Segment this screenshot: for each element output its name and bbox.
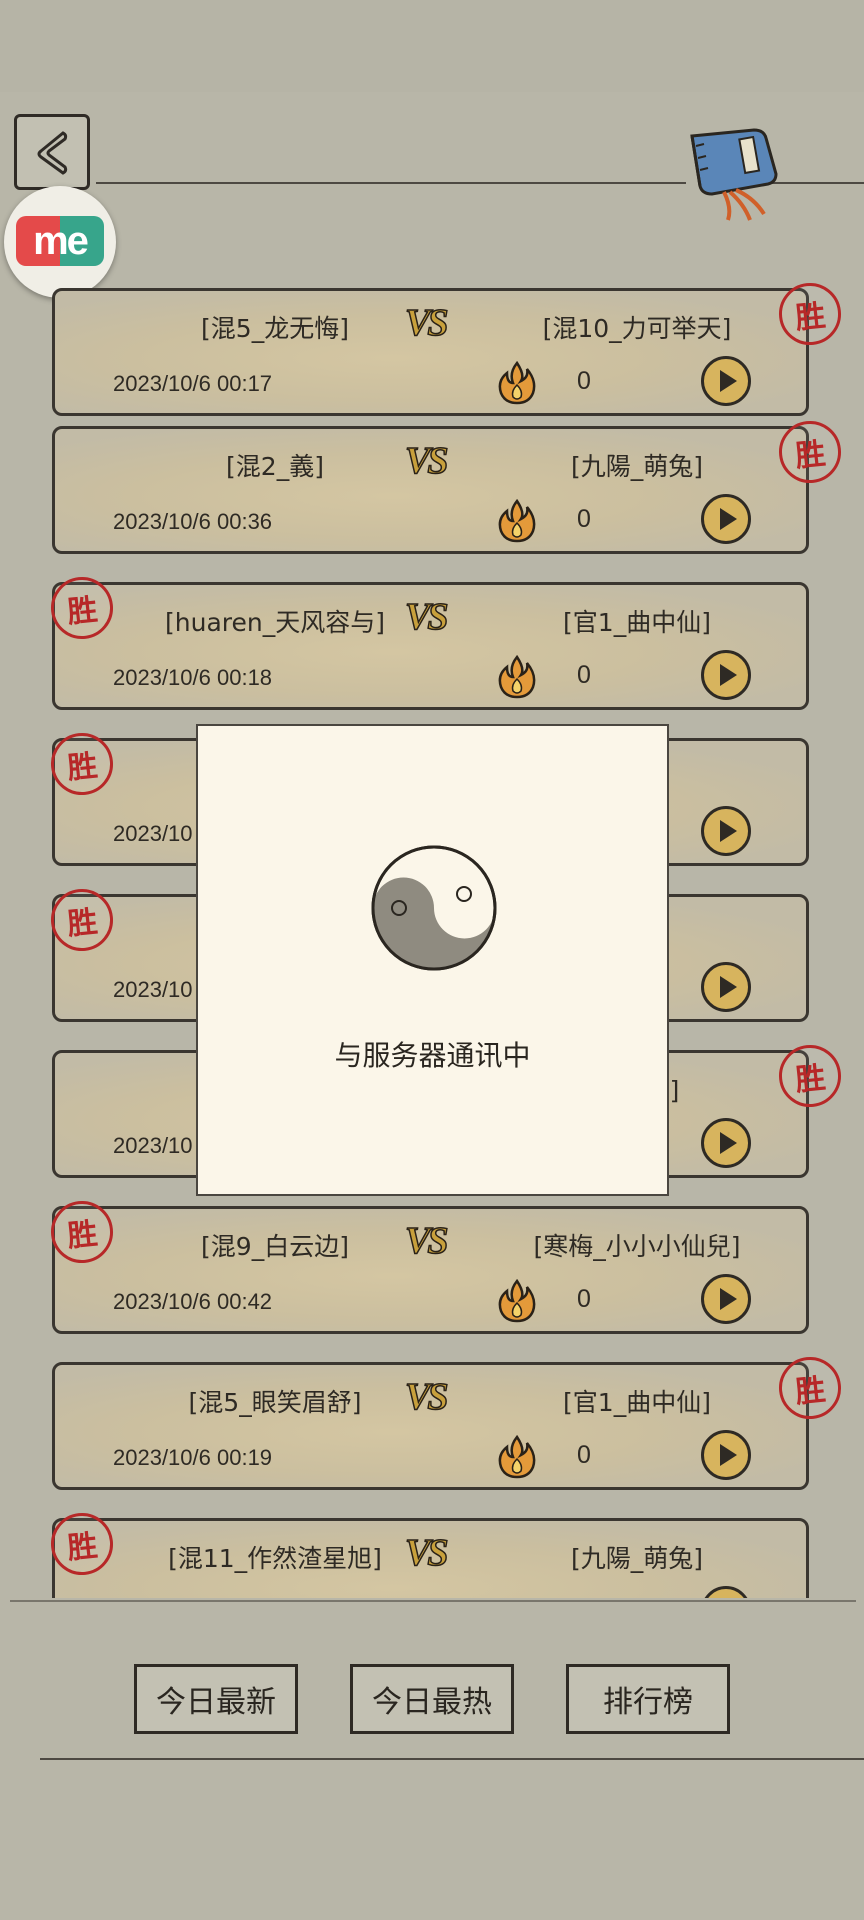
record-date: 2023/10/6 00:17 — [113, 371, 273, 396]
player-right-name: [官1_曲中仙] — [563, 1388, 711, 1417]
footer-divider-bottom — [40, 1758, 864, 1760]
fire-icon — [498, 361, 536, 405]
vs-label: VS — [404, 301, 449, 345]
tab-leaderboard[interactable]: 排行榜 — [566, 1664, 730, 1734]
record-card[interactable]: [混11_作然渣星旭] VS [九陽_萌兔] 胜 — [47, 1509, 809, 1598]
record-date: 2023/10/6 00:18 — [113, 665, 273, 690]
record-date: 2023/10 — [113, 821, 193, 846]
win-seal: 胜 — [47, 1197, 117, 1267]
header-divider-right — [770, 182, 864, 184]
fire-icon — [498, 1435, 536, 1479]
play-button[interactable] — [701, 494, 751, 544]
heat-count: 0 — [577, 1285, 591, 1313]
chevron-left-icon — [37, 131, 68, 175]
heat-count: 0 — [577, 661, 591, 689]
record-date: 2023/10/6 00:36 — [113, 509, 273, 534]
play-button[interactable] — [701, 1274, 751, 1324]
heat-count: 0 — [577, 505, 591, 533]
play-button[interactable] — [701, 650, 751, 700]
record-card[interactable]: [混5_眼笑眉舒] VS [官1_曲中仙] 2023/10/6 00:19 0 … — [52, 1353, 845, 1490]
play-button[interactable] — [701, 356, 751, 406]
vs-label: VS — [404, 439, 449, 483]
record-date: 2023/10/6 00:19 — [113, 1445, 273, 1470]
player-right-name: [混10_力可举天] — [542, 314, 732, 343]
play-button[interactable] — [701, 1118, 751, 1168]
vs-label: VS — [404, 1375, 449, 1419]
player-left-name: [混2_義] — [226, 452, 324, 481]
player-right-name: [寒梅_小小小仙兒] — [533, 1232, 741, 1261]
top-band — [0, 0, 864, 92]
fire-icon — [498, 655, 536, 699]
win-seal: 胜 — [47, 573, 117, 643]
win-seal: 胜 — [47, 1509, 117, 1579]
player-left-name: [混5_眼笑眉舒] — [188, 1388, 362, 1417]
player-left-name: [混9_白云边] — [201, 1232, 349, 1261]
header-divider — [96, 182, 686, 184]
play-button[interactable] — [701, 806, 751, 856]
loading-dialog: 与服务器通讯中 — [196, 724, 669, 1196]
back-button[interactable] — [14, 114, 90, 190]
vs-label: VS — [404, 595, 449, 639]
record-card[interactable]: [混9_白云边] VS [寒梅_小小小仙兒] 2023/10/6 00:42 0… — [47, 1197, 809, 1334]
player-right-name: [九陽_萌兔] — [570, 452, 703, 481]
record-card[interactable]: [混5_龙无悔] VS [混10_力可举天] 2023/10/6 00:17 0… — [52, 279, 845, 416]
player-left-name: [huaren_天风容与] — [165, 608, 385, 637]
record-date: 2023/10 — [113, 1133, 193, 1158]
fire-icon — [498, 1279, 536, 1323]
player-left-name: [混11_作然渣星旭] — [168, 1544, 382, 1573]
record-card[interactable]: [混2_義] VS [九陽_萌兔] 2023/10/6 00:36 0 胜 — [52, 417, 845, 554]
record-date: 2023/10/6 00:42 — [113, 1289, 273, 1314]
book-icon[interactable] — [684, 124, 784, 224]
vs-label: VS — [404, 1219, 449, 1263]
player-right-name: [官1_曲中仙] — [563, 608, 711, 637]
play-button[interactable] — [701, 962, 751, 1012]
me-logo-text: me — [16, 216, 104, 266]
heat-count: 0 — [577, 1441, 591, 1469]
win-seal: 胜 — [47, 885, 117, 955]
player-left-name: [混5_龙无悔] — [201, 314, 349, 343]
record-card[interactable]: [huaren_天风容与] VS [官1_曲中仙] 2023/10/6 00:1… — [47, 573, 809, 710]
loading-message: 与服务器通讯中 — [334, 1039, 531, 1072]
heat-count: 0 — [577, 367, 591, 395]
play-button[interactable] — [701, 1586, 751, 1598]
play-button[interactable] — [701, 1430, 751, 1480]
vs-label: VS — [404, 1531, 449, 1575]
tab-today-latest[interactable]: 今日最新 — [134, 1664, 298, 1734]
yin-yang-icon — [371, 845, 497, 971]
footer-divider-top — [10, 1600, 856, 1602]
player-right-name: [九陽_萌兔] — [570, 1544, 703, 1573]
tab-today-hottest[interactable]: 今日最热 — [350, 1664, 514, 1734]
fire-icon — [498, 499, 536, 543]
record-date: 2023/10 — [113, 977, 193, 1002]
win-seal: 胜 — [47, 729, 117, 799]
